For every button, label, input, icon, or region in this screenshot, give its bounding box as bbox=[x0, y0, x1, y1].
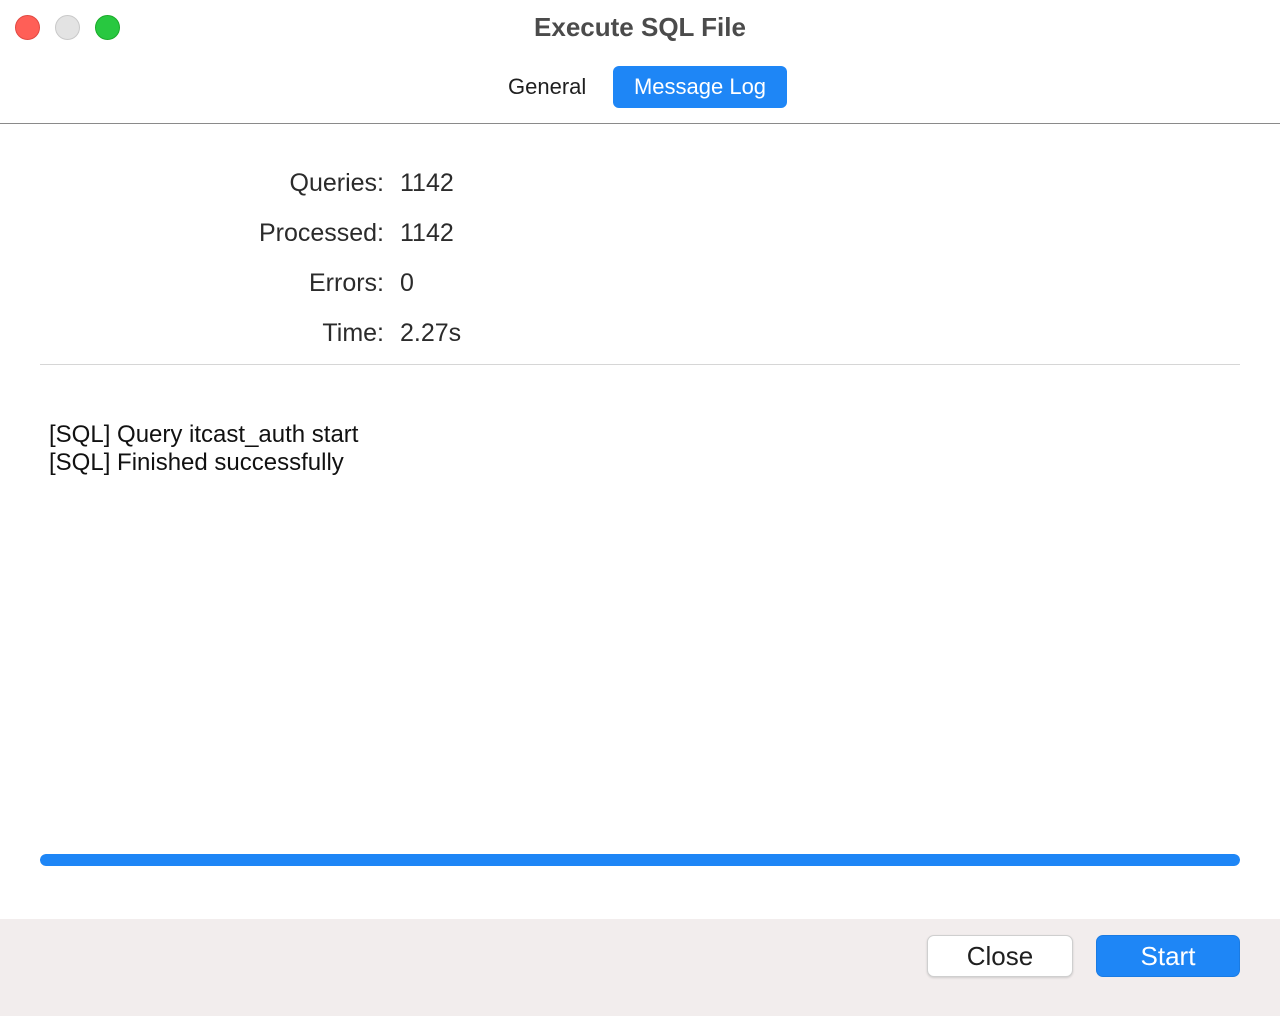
tab-general[interactable]: General bbox=[490, 66, 604, 108]
start-button[interactable]: Start bbox=[1096, 935, 1240, 977]
processed-value: 1142 bbox=[400, 219, 454, 247]
processed-label: Processed: bbox=[258, 219, 384, 247]
progress-bar-fill bbox=[40, 854, 1240, 866]
errors-label: Errors: bbox=[309, 269, 384, 297]
log-line: [SQL] Query itcast_auth start bbox=[49, 421, 359, 448]
window-title: Execute SQL File bbox=[534, 12, 746, 42]
queries-value: 1142 bbox=[400, 169, 454, 197]
errors-value: 0 bbox=[400, 269, 414, 297]
dialog-footer: Close Start bbox=[0, 919, 1280, 1016]
message-log[interactable]: [SQL] Query itcast_auth start [SQL] Fini… bbox=[49, 421, 1229, 841]
stats-divider bbox=[40, 364, 1240, 365]
log-line: [SQL] Finished successfully bbox=[49, 449, 344, 476]
title-bar: Execute SQL File General Message Log bbox=[0, 0, 1280, 124]
close-button[interactable]: Close bbox=[927, 935, 1073, 977]
progress-bar bbox=[40, 854, 1240, 866]
execute-sql-file-dialog: Execute SQL File General Message Log Que… bbox=[0, 0, 1280, 1016]
tab-message-log[interactable]: Message Log bbox=[613, 66, 787, 108]
time-value: 2.27s bbox=[400, 319, 462, 347]
queries-label: Queries: bbox=[289, 169, 384, 197]
time-label: Time: bbox=[322, 319, 384, 347]
